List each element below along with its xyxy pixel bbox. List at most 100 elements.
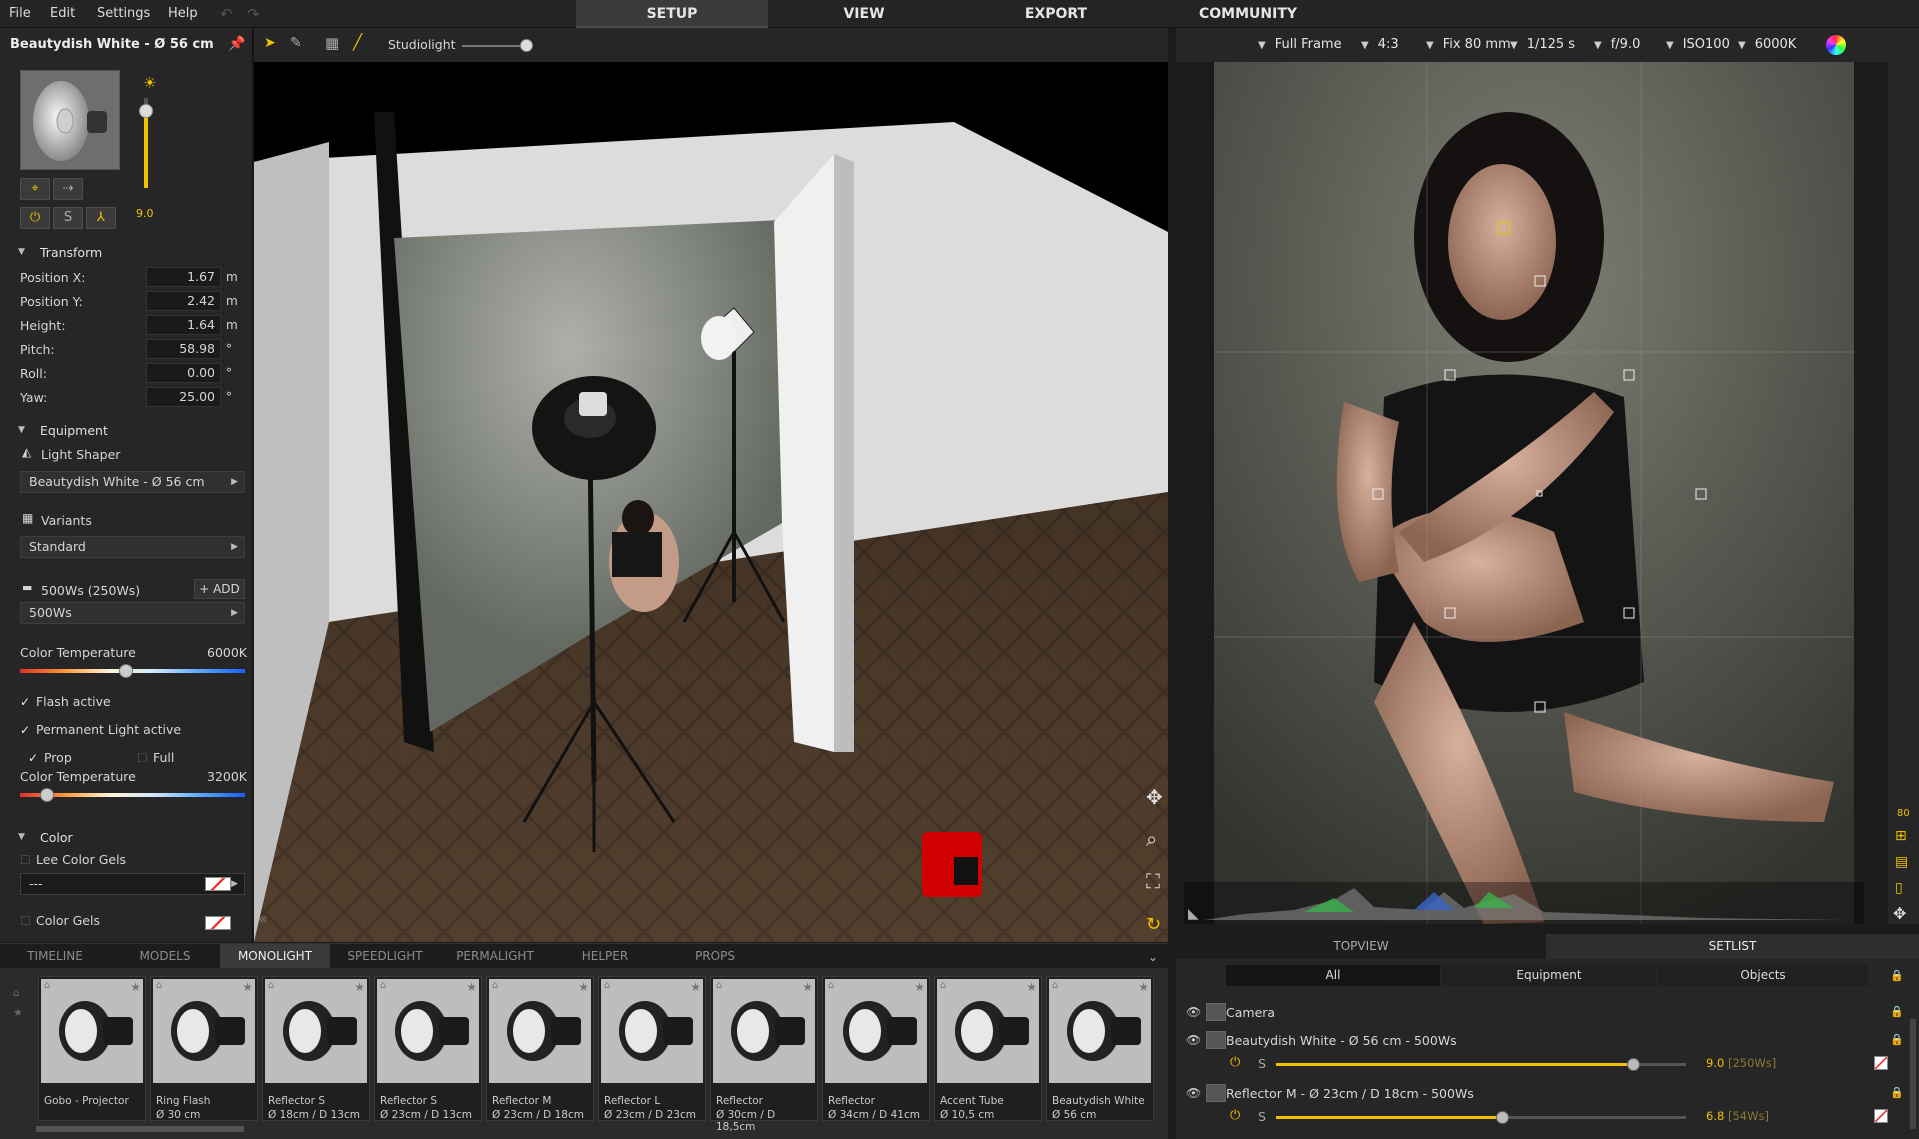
add-button[interactable]: + ADD (194, 579, 245, 599)
visibility-icon[interactable]: 👁 (1186, 1005, 1201, 1019)
sensor-select[interactable]: ▼ Full Frame (1258, 37, 1342, 52)
field-input[interactable]: 0.00 (146, 363, 221, 383)
setlist-light-row[interactable]: 👁 Beautydish White - Ø 56 cm - 500Ws 🔒 ⏻… (1176, 1029, 1919, 1079)
filter-objects[interactable]: Objects (1658, 965, 1868, 986)
visibility-icon[interactable]: 👁 (1186, 1033, 1201, 1047)
power-icon[interactable]: ⏻ (1230, 1055, 1240, 1070)
expand-icon[interactable]: ⌄ (1148, 950, 1158, 964)
permanent-light-checkbox[interactable]: ✓ Permanent Light active (20, 722, 181, 737)
camera-preview[interactable]: ◣ (1184, 62, 1864, 924)
star-icon[interactable]: ★ (1026, 980, 1037, 994)
library-tab-timeline[interactable]: TIMELINE (0, 944, 110, 969)
visibility-icon[interactable]: 👁 (1186, 1086, 1201, 1100)
field-input[interactable]: 2.42 (146, 291, 221, 311)
library-tab-monolight[interactable]: MONOLIGHT (220, 944, 330, 969)
tab-export[interactable]: EXPORT (960, 0, 1152, 28)
star-icon[interactable]: ★ (466, 980, 477, 994)
setlist-camera-row[interactable]: 👁 Camera 🔒 (1176, 1001, 1919, 1025)
library-tab-models[interactable]: MODELS (110, 944, 220, 969)
line-tool-icon[interactable]: ╱ (353, 33, 362, 51)
star-icon[interactable]: ★ (914, 980, 925, 994)
gel-swatch[interactable] (1874, 1109, 1888, 1123)
filter-all[interactable]: All (1226, 965, 1440, 986)
filter-equipment[interactable]: Equipment (1442, 965, 1656, 986)
aperture-select[interactable]: ▼ f/9.0 (1594, 37, 1640, 52)
library-tab-props[interactable]: PROPS (660, 944, 770, 969)
studiolight-knob[interactable] (520, 39, 533, 52)
menu-edit[interactable]: Edit (50, 6, 75, 21)
home-icon[interactable]: ⌂ (13, 988, 19, 999)
shutter-select[interactable]: ▼ 1/125 s (1510, 37, 1575, 52)
stand-button[interactable]: ⅄ (86, 207, 116, 229)
setlist-light-row[interactable]: 👁 Reflector M - Ø 23cm / D 18cm - 500Ws … (1176, 1082, 1919, 1132)
setlist-scrollbar[interactable] (1910, 1019, 1916, 1129)
shelf-scrollbar[interactable] (36, 1126, 244, 1132)
ratio-select[interactable]: ▼ 4:3 (1361, 37, 1399, 52)
shelf-card[interactable]: ⌂ ★ Accent Tube Ø 10,5 cm (934, 976, 1042, 1121)
tab-setup[interactable]: SETUP (576, 0, 768, 28)
move-to-button[interactable]: ⇢ (53, 178, 83, 200)
tab-topview[interactable]: TOPVIEW (1176, 934, 1546, 959)
color-wheel-icon[interactable] (1826, 35, 1846, 55)
prop-checkbox[interactable]: ✓ Prop (28, 750, 72, 765)
shelf-card[interactable]: ⌂ ★ Reflector L Ø 23cm / D 23cm (598, 976, 706, 1121)
star-icon[interactable]: ★ (690, 980, 701, 994)
navigate-icon[interactable]: ✥ (1893, 904, 1906, 923)
shelf-card[interactable]: ⌂ ★ Reflector S Ø 18cm / D 13cm (262, 976, 370, 1121)
library-tab-helper[interactable]: HELPER (550, 944, 660, 969)
lock-icon[interactable]: 🔒 (1890, 1086, 1904, 1099)
solo-label[interactable]: S (1258, 1056, 1266, 1071)
power-slider-knob[interactable] (139, 104, 153, 118)
shelf-card[interactable]: ⌂ ★ Reflector Ø 30cm / D 18,5cm (710, 976, 818, 1133)
lens-select[interactable]: ▼ Fix 80 mm (1426, 37, 1511, 52)
power-select[interactable]: 500Ws ▶ (20, 602, 245, 624)
shelf-card[interactable]: ⌂ ★ Reflector Ø 34cm / D 41cm (822, 976, 930, 1121)
grid-overlay-icon[interactable]: ⊞ (1895, 828, 1907, 844)
pin-icon[interactable]: 📌 (228, 36, 245, 52)
white-balance-select[interactable]: ▼ 6000K (1738, 37, 1796, 52)
power-slider-knob[interactable] (1495, 1111, 1509, 1124)
iso-select[interactable]: ▼ ISO100 (1666, 37, 1730, 52)
star-icon[interactable]: ★ (802, 980, 813, 994)
histogram-toggle-icon[interactable]: ▤ (1895, 854, 1908, 870)
shelf-card[interactable]: ⌂ ★ Ring Flash Ø 30 cm (150, 976, 258, 1121)
power-slider-knob[interactable] (1626, 1058, 1640, 1071)
3d-viewport[interactable]: ✥ ⌕ ⛶ ↻ « (254, 62, 1168, 942)
frame-toggle-icon[interactable]: ▯ (1895, 880, 1903, 896)
color-swatch[interactable] (205, 877, 231, 891)
grid-toggle-icon[interactable]: ▦ (325, 34, 339, 52)
variants-select[interactable]: Standard ▶ (20, 536, 245, 558)
tab-setlist[interactable]: SETLIST (1546, 934, 1919, 959)
library-tab-speedlight[interactable]: SPEEDLIGHT (330, 944, 440, 969)
redo-icon[interactable]: ↷ (247, 5, 260, 23)
favorites-icon[interactable]: ★ (13, 1006, 23, 1019)
select-cursor-icon[interactable]: ➤ (264, 35, 276, 51)
star-icon[interactable]: ★ (578, 980, 589, 994)
star-icon[interactable]: ★ (1138, 980, 1149, 994)
color-gels-checkbox[interactable]: ☐ Color Gels (20, 913, 100, 928)
menu-settings[interactable]: Settings (97, 6, 150, 21)
library-tab-permalight[interactable]: PERMALIGHT (440, 944, 550, 969)
measure-icon[interactable]: ✎ (290, 35, 302, 51)
solo-button[interactable]: S (53, 207, 83, 229)
field-input[interactable]: 58.98 (146, 339, 221, 359)
full-checkbox[interactable]: ☐ Full (137, 750, 174, 765)
shelf-card[interactable]: ⌂ ★ Gobo - Projector (38, 976, 146, 1121)
star-icon[interactable]: ★ (354, 980, 365, 994)
menu-help[interactable]: Help (168, 6, 198, 21)
power-toggle-button[interactable]: ⏻ (20, 207, 50, 229)
lee-gels-checkbox[interactable]: ☐ Lee Color Gels (20, 852, 126, 867)
power-icon[interactable]: ⏻ (1230, 1108, 1240, 1123)
star-icon[interactable]: ★ (130, 980, 141, 994)
lock-icon[interactable]: 🔒 (1890, 1033, 1904, 1046)
tab-community[interactable]: COMMUNITY (1152, 0, 1344, 28)
shelf-card[interactable]: ⌂ ★ Reflector S Ø 23cm / D 13cm (374, 976, 482, 1121)
shelf-card[interactable]: ⌂ ★ Reflector M Ø 23cm / D 18cm (486, 976, 594, 1121)
tab-view[interactable]: VIEW (768, 0, 960, 28)
field-input[interactable]: 25.00 (146, 387, 221, 407)
gel-swatch[interactable] (1874, 1056, 1888, 1070)
color-temp2-knob[interactable] (40, 788, 54, 802)
lock-icon[interactable]: 🔒 (1890, 1005, 1904, 1018)
menu-file[interactable]: File (9, 6, 31, 21)
solo-label[interactable]: S (1258, 1109, 1266, 1124)
